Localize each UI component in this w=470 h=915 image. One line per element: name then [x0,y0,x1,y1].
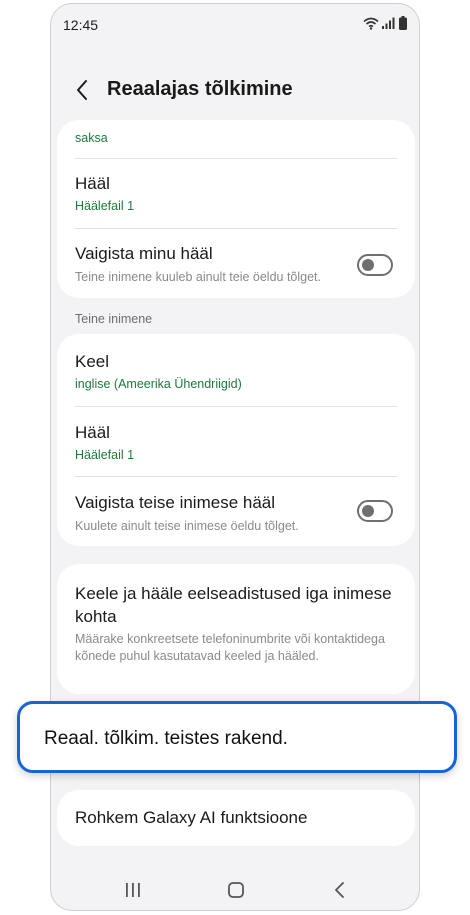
home-icon [228,882,244,898]
page-title: Reaalajas tõlkimine [107,78,293,100]
other-person-card: Keel inglise (Ameerika Ühendriigid) Hääl… [57,334,415,546]
back-button[interactable] [71,78,95,102]
wifi-icon [363,17,379,30]
divider [75,406,397,407]
status-icons [363,16,407,30]
mute-other-voice-toggle[interactable] [357,500,393,522]
presets-subtitle: Määrake konkreetsete telefoninumbrite võ… [75,632,385,663]
battery-icon [399,16,407,30]
presets-title: Keele ja hääle eelseadistused iga inimes… [75,584,392,626]
phone-frame: 12:45 Reaalajas tõlkimine saksa Hääl Hää… [50,3,420,911]
mute-my-voice-toggle[interactable] [357,254,393,276]
divider [75,158,397,159]
my-language-value: saksa [75,131,108,145]
more-ai-card[interactable]: Rohkem Galaxy AI funktsioone [57,790,415,846]
my-voice-value: Häälefail 1 [75,199,135,213]
my-voice-row[interactable]: Hääl Häälefail 1 [57,174,415,224]
app-bar: Reaalajas tõlkimine [51,68,419,112]
divider [75,476,397,477]
toggle-knob [362,259,374,271]
my-language-row[interactable]: saksa [57,126,415,156]
divider [75,228,397,229]
status-bar: 12:45 [51,4,419,44]
toggle-knob [362,505,374,517]
other-voice-title: Hääl [75,423,110,442]
home-button[interactable] [224,878,248,902]
back-icon [335,882,344,898]
presets-row[interactable]: Keele ja hääle eelseadistused iga inimes… [57,582,395,665]
recent-apps-icon [126,883,140,897]
chevron-left-icon [77,80,87,100]
other-language-title: Keel [75,352,110,371]
signal-icon [382,17,395,29]
recent-apps-button[interactable] [121,878,145,902]
section-other-person: Teine inimene [75,312,153,326]
more-ai-row[interactable]: Rohkem Galaxy AI funktsioone [57,808,415,828]
my-settings-card: saksa Hääl Häälefail 1 Vaigista minu hää… [57,120,415,298]
nav-back-button[interactable] [328,878,352,902]
other-apps-translation-item[interactable]: Reaal. tõlkim. teistes rakend. [17,701,457,773]
other-apps-translation-label: Reaal. tõlkim. teistes rakend. [44,728,288,749]
status-time: 12:45 [63,17,99,33]
other-language-row[interactable]: Keel inglise (Ameerika Ühendriigid) [57,352,415,402]
navigation-bar [51,866,419,910]
my-voice-title: Hääl [75,174,110,193]
more-ai-title: Rohkem Galaxy AI funktsioone [75,808,308,827]
other-voice-row[interactable]: Hääl Häälefail 1 [57,423,415,473]
other-voice-value: Häälefail 1 [75,448,135,462]
other-language-value: inglise (Ameerika Ühendriigid) [75,377,242,391]
presets-card[interactable]: Keele ja hääle eelseadistused iga inimes… [57,564,415,694]
